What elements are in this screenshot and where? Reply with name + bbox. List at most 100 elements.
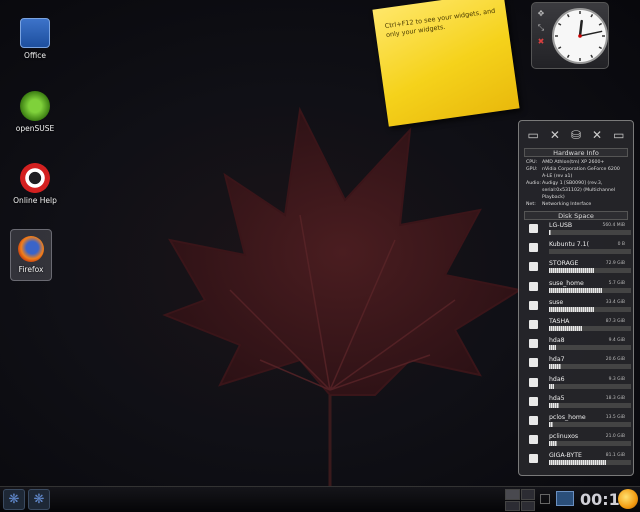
desktop-icon-online-help[interactable]: Online Help: [7, 163, 63, 205]
harddisk-icon: .: [529, 339, 538, 349]
disk-usage-fill: [549, 383, 554, 389]
disk-usage-fill: [549, 421, 554, 427]
desktop: Office openSUSE Online Help Firefox Ctrl…: [0, 0, 640, 486]
pager-desktop-3[interactable]: [505, 500, 520, 511]
disk-size: 9.4 GiB: [608, 338, 625, 344]
disk-row[interactable]: . hda6 9.3 GiB: [525, 375, 631, 394]
disk-usage-fill: [549, 460, 607, 466]
disk-row[interactable]: . STORAGE 72.9 GiB: [525, 259, 631, 278]
disk-row[interactable]: . hda8 9.4 GiB: [525, 336, 631, 355]
firefox-icon: [18, 236, 44, 262]
disk-size: 560.4 MiB: [602, 223, 625, 228]
disk-usage-bar: [549, 364, 631, 370]
lifebuoy-icon: [20, 163, 50, 193]
harddisk-icon: .: [529, 415, 538, 425]
desktop-icon-opensuse[interactable]: openSUSE: [7, 91, 63, 133]
pager-desktop-2[interactable]: [520, 489, 535, 500]
disk-name: pclinuxos: [549, 433, 579, 441]
disk-row[interactable]: . hda7 20.6 GiB: [525, 355, 631, 374]
harddisk-icon: .: [529, 396, 538, 406]
disk-usage-bar: [549, 306, 631, 312]
desktop-pager[interactable]: [505, 489, 535, 511]
disk-usage-bar: [549, 421, 631, 427]
desktop-icon-firefox[interactable]: Firefox: [10, 229, 52, 281]
harddisk-icon: .: [529, 319, 538, 329]
disk-usage-fill: [549, 345, 556, 351]
disk-usage-fill: [549, 402, 559, 408]
disk-usage-bar: [549, 230, 631, 235]
desktop-icon-office[interactable]: Office: [7, 18, 63, 60]
harddisk-icon: .: [529, 224, 538, 233]
tray-app-icon[interactable]: .: [540, 494, 550, 504]
opensuse-icon: [20, 91, 50, 121]
desktop-icon-label: Online Help: [13, 196, 57, 205]
close-icon[interactable]: ✖: [536, 35, 546, 49]
folder-icon: [20, 18, 50, 48]
desktop-icon-label: Firefox: [18, 265, 44, 274]
resize-icon[interactable]: ⤡: [536, 21, 546, 35]
disk-size: 33.4 GiB: [605, 299, 625, 305]
close-icon[interactable]: ✕: [550, 128, 560, 142]
info-value: nVidia Corporation GeForce 6200 A-LE (re…: [542, 167, 620, 179]
disk-name: suse_home: [549, 279, 584, 287]
pager-desktop-4[interactable]: [520, 500, 535, 511]
sticky-note-text: Ctrl+F12 to see your widgets, and only y…: [384, 6, 496, 40]
network-icon[interactable]: ⛁: [571, 128, 581, 142]
harddisk-icon: .: [529, 454, 538, 464]
kmenu-secondary-button[interactable]: ❋: [28, 489, 50, 510]
sticky-note-widget[interactable]: Ctrl+F12 to see your widgets, and only y…: [372, 0, 520, 127]
widget-handle[interactable]: ✥ ⤡ ✖: [536, 7, 546, 63]
info-key: Audio:: [526, 181, 541, 186]
disk-size: 72.9 GiB: [605, 261, 625, 267]
disk-usage-fill: [549, 230, 551, 235]
disk-name: pclos_home: [549, 413, 586, 421]
disk-row[interactable]: . pclinuxos 21.0 GiB: [525, 432, 631, 451]
desktop-icon-label: Office: [24, 51, 46, 60]
disk-row[interactable]: . pclos_home 13.5 GiB: [525, 413, 631, 432]
disk-usage-fill: [549, 306, 595, 312]
pager-desktop-1[interactable]: [505, 489, 520, 500]
harddisk-icon[interactable]: ▭: [528, 128, 539, 142]
disk-row[interactable]: . hda5 18.3 GiB: [525, 394, 631, 413]
disk-name: suse: [549, 298, 564, 306]
disk-row[interactable]: . suse_home 5.7 GiB: [525, 279, 631, 298]
disk-row[interactable]: . Kubuntu 7.1(0 B: [525, 240, 631, 259]
close-icon[interactable]: ✕: [592, 128, 602, 142]
disk-usage-bar: [549, 249, 631, 255]
info-key: CPU:: [526, 160, 538, 165]
disk-usage-fill: [549, 287, 603, 293]
disk-usage-bar: [549, 383, 631, 389]
disk-size: 21.0 GiB: [605, 434, 625, 440]
analog-clock: [552, 8, 608, 64]
disk-space-title: Disk Space: [524, 211, 628, 220]
info-value: Networking Interface: [542, 202, 592, 207]
hardware-info-title: Hardware Info: [524, 148, 628, 157]
kmenu-button[interactable]: ❋: [3, 489, 25, 510]
disk-usage-fill: [549, 268, 595, 274]
disk-name: hda5: [549, 394, 565, 402]
disk-usage-fill: [549, 441, 558, 447]
monitor-icon[interactable]: .: [556, 491, 574, 506]
harddisk-icon[interactable]: ▭: [613, 128, 624, 142]
disk-usage-bar: [549, 345, 631, 351]
disk-name: TASHA: [549, 317, 570, 325]
harddisk-icon: .: [529, 358, 538, 368]
disk-row[interactable]: . LG-USB 560.4 MiB: [525, 221, 631, 240]
disk-row[interactable]: . suse 33.4 GiB: [525, 298, 631, 317]
taskbar: ❋ ❋ . . 00:13: [0, 486, 640, 512]
corner-menu-icon[interactable]: [618, 489, 638, 509]
desktop-icon-label: openSUSE: [15, 124, 55, 133]
disk-usage-bar: [549, 402, 631, 408]
disk-name: Kubuntu 7.1(: [549, 241, 590, 249]
harddisk-icon: .: [529, 377, 538, 387]
disk-usage-fill: [549, 325, 582, 331]
disk-row[interactable]: . TASHA 87.3 GiB: [525, 317, 631, 336]
move-icon[interactable]: ✥: [536, 7, 546, 21]
hardware-info-widget[interactable]: ▭ ✕ ⛁ ✕ ▭ Hardware Info CPU: AMD Athlon(t…: [518, 120, 634, 476]
disk-size: 13.5 GiB: [605, 414, 625, 420]
disk-size: 9.3 GiB: [608, 376, 625, 382]
clock-widget[interactable]: ✥ ⤡ ✖: [531, 2, 609, 69]
disk-row[interactable]: . GIGA-BYTE 81.1 GiB: [525, 451, 631, 470]
disk-usage-bar: [549, 460, 631, 466]
disk-name: hda6: [549, 375, 565, 383]
